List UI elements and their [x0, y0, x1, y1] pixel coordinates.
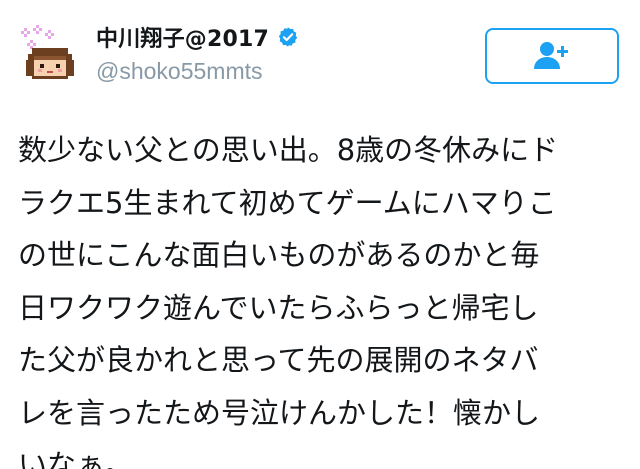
follow-button[interactable] [485, 28, 619, 84]
avatar[interactable] [18, 22, 80, 84]
user-names: 中川翔子@2017 @shoko55mmts [96, 22, 299, 85]
tweet-card: 中川翔子@2017 @shoko55mmts 数少ない父との思い出。8歳の冬休み… [0, 0, 640, 469]
add-user-icon [534, 42, 568, 69]
display-name[interactable]: 中川翔子@2017 [96, 21, 269, 53]
pixel-art-avatar-icon [21, 25, 74, 79]
user-handle[interactable]: @shoko55mmts [96, 58, 299, 85]
verified-badge-icon [278, 27, 298, 47]
tweet-text: 数少ない父との思い出。8歳の冬休みにド ラクエ5生まれて初めてゲームにハマりこ … [18, 133, 559, 469]
name-row: 中川翔子@2017 [96, 22, 299, 52]
